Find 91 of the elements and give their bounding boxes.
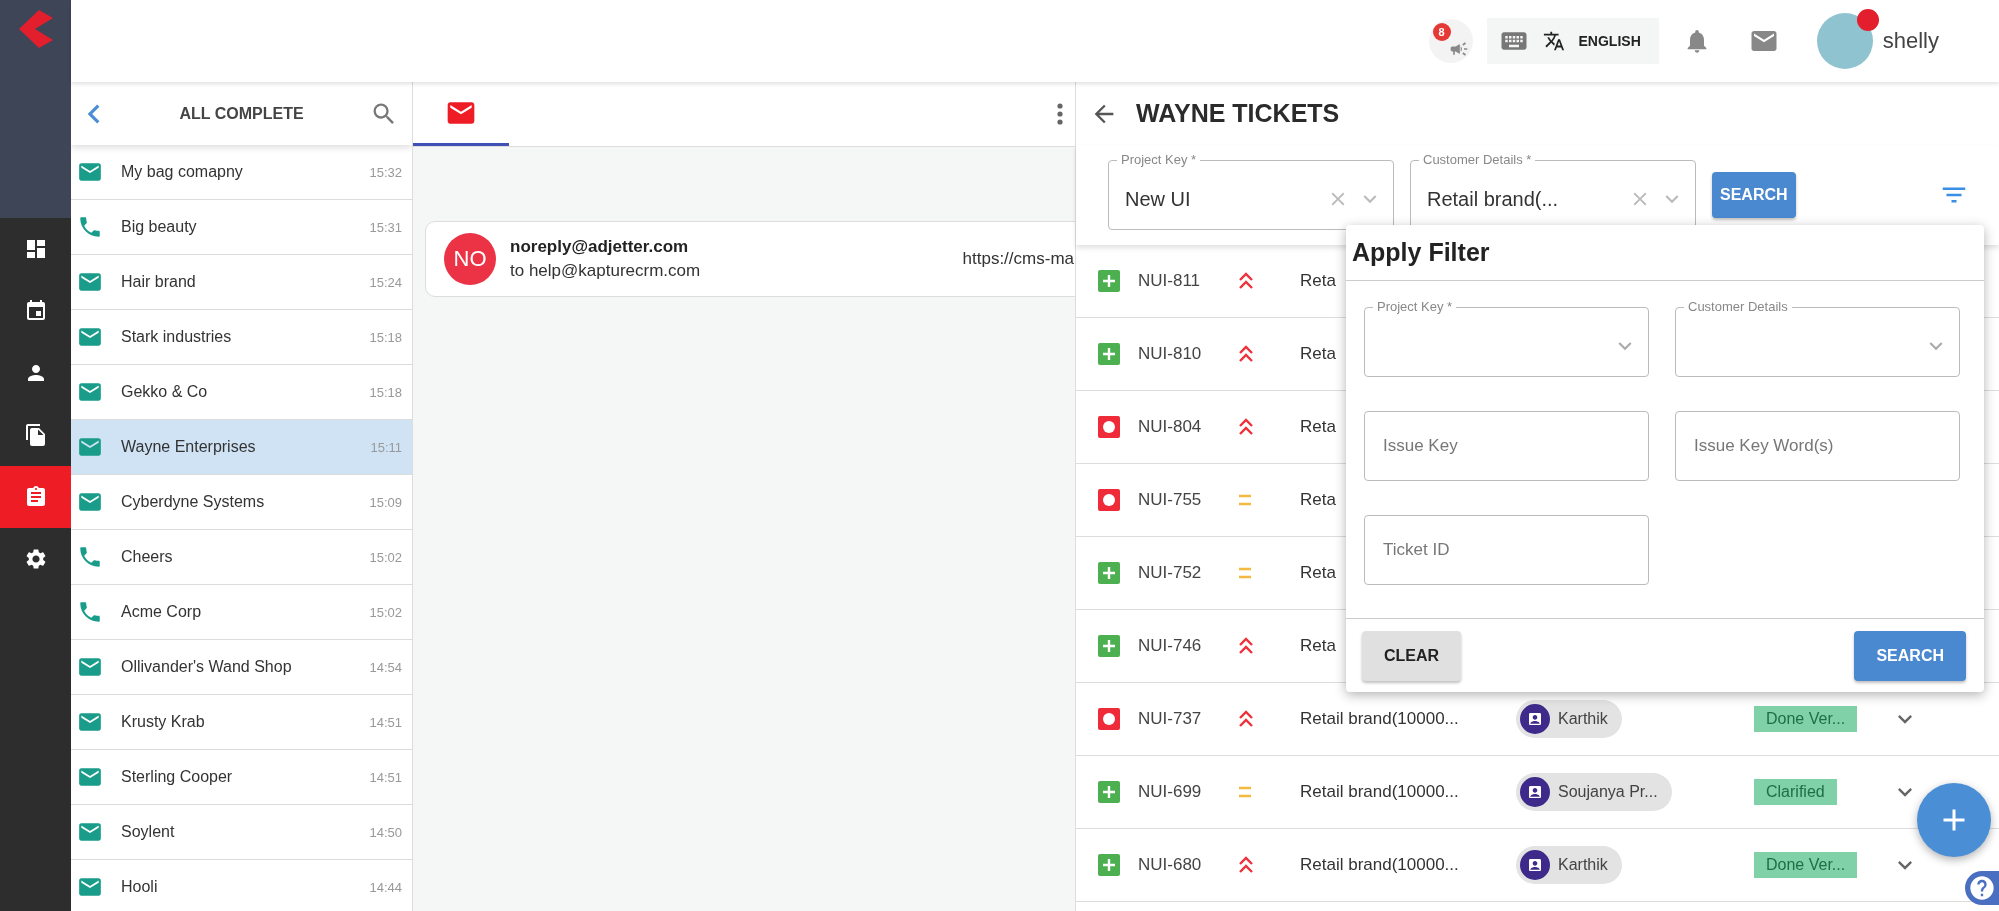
conversation-name: Stark industries — [121, 328, 233, 346]
conversation-name: Big beauty — [121, 218, 198, 236]
conversation-time: 15:18 — [369, 329, 402, 345]
conversation-name: Cheers — [121, 548, 174, 566]
phone-icon — [77, 599, 103, 625]
conversation-time: 15:31 — [369, 219, 402, 235]
conversation-name: Ollivander's Wand Shop — [121, 658, 293, 676]
clear-button[interactable]: CLEAR — [1362, 630, 1462, 681]
ticket-id: NUI-746 — [1138, 636, 1203, 656]
sender-avatar: NO — [444, 233, 496, 285]
conversation-time: 15:11 — [370, 439, 402, 455]
translate-icon — [1542, 30, 1565, 52]
conversation-name: Hooli — [121, 878, 159, 896]
person-icon — [1527, 857, 1543, 873]
person-icon — [1527, 784, 1543, 800]
list-title: ALL COMPLETE — [179, 104, 304, 123]
conversation-name: Acme Corp — [121, 603, 203, 621]
ticket-id: NUI-755 — [1138, 490, 1203, 510]
dialog-title: Apply Filter — [1352, 238, 1490, 267]
assignee-chip: Karthik — [1516, 846, 1622, 884]
notification-count: 8 — [1432, 23, 1451, 41]
conversation-time: 15:02 — [369, 604, 402, 620]
ticket-id: NUI-810 — [1138, 344, 1203, 364]
ticket-summary: Retail brand(10000... — [1300, 709, 1459, 729]
conversation-name: Wayne Enterprises — [121, 438, 257, 456]
status-tag: Done Ver... — [1754, 852, 1858, 878]
conversation-item[interactable]: Wayne Enterprises 15:11 — [71, 420, 412, 475]
sender-email: noreply@adjetter.com — [510, 237, 690, 257]
kebab-icon — [1057, 103, 1063, 125]
field-label: Customer Details — [1687, 298, 1789, 316]
conversation-name: Cyberdyne Systems — [121, 493, 266, 511]
search-button[interactable]: SEARCH — [1854, 630, 1966, 681]
conversation-time: 15:32 — [369, 164, 402, 180]
ticket-id: NUI-811 — [1138, 271, 1202, 291]
ticket-summary: Retail brand(10000... — [1300, 855, 1459, 875]
help-button[interactable] — [1965, 871, 1999, 905]
field-label: Project Key * — [1120, 151, 1198, 169]
input-field[interactable]: Issue Key Word(s) — [1675, 411, 1960, 481]
field-label: Project Key * — [1376, 298, 1454, 316]
ticket-summary: Reta — [1300, 344, 1336, 364]
email-preview: https://cms-ma — [962, 249, 1074, 269]
user-name: shelly — [1882, 28, 1939, 54]
conversation-name: My bag comapny — [121, 163, 244, 181]
status-tag: Done Ver... — [1754, 706, 1858, 732]
conversation-name: Soylent — [121, 823, 176, 841]
search-button[interactable]: SEARCH — [1712, 172, 1796, 218]
files-icon — [23, 423, 48, 447]
language-label: ENGLISH — [1578, 33, 1641, 49]
ticket-id: NUI-752 — [1138, 563, 1203, 583]
ticket-summary: Reta — [1300, 636, 1336, 656]
ticket-summary: Retail brand(10000... — [1300, 782, 1459, 802]
select-value: New UI — [1125, 187, 1192, 211]
brand-badge — [1856, 9, 1879, 31]
ticket-id: NUI-737 — [1138, 709, 1203, 729]
conversation-time: 14:51 — [369, 769, 402, 785]
select-value: Retail brand(... — [1427, 187, 1560, 211]
conversation-time: 14:50 — [369, 824, 402, 840]
input-field[interactable]: Ticket ID — [1364, 515, 1649, 585]
assignee-chip: Karthik — [1516, 700, 1622, 738]
conversation-name: Gekko & Co — [121, 383, 209, 401]
ticket-summary: Reta — [1300, 563, 1336, 583]
conversation-time: 15:09 — [369, 494, 402, 510]
phone-icon — [77, 214, 103, 240]
conversation-time: 14:51 — [369, 714, 402, 730]
conversation-name: Sterling Cooper — [121, 768, 234, 786]
logo — [18, 10, 53, 48]
ticket-summary: Reta — [1300, 271, 1336, 291]
ticket-id: NUI-804 — [1138, 417, 1203, 437]
input-field[interactable]: Issue Key — [1364, 411, 1649, 481]
conversation-time: 14:54 — [369, 659, 402, 675]
conversation-time: 14:44 — [369, 879, 402, 895]
page-title: WAYNE TICKETS — [1136, 99, 1340, 128]
ticket-summary: Reta — [1300, 417, 1336, 437]
announcements-button[interactable]: 8 — [1428, 19, 1473, 63]
person-icon — [1527, 711, 1543, 727]
conversation-time: 15:18 — [369, 384, 402, 400]
assignee-chip: Soujanya Pr... — [1516, 773, 1672, 811]
language-selector[interactable]: ENGLISH — [1486, 18, 1659, 64]
ticket-summary: Reta — [1300, 490, 1336, 510]
status-tag: Clarified — [1754, 779, 1837, 805]
conversation-time: 15:24 — [369, 274, 402, 290]
conversation-name: Krusty Krab — [121, 713, 206, 731]
ticket-id: NUI-680 — [1138, 855, 1203, 875]
email-card[interactable]: NO noreply@adjetter.com to help@kapturecrm.com https://cms-ma — [425, 221, 1075, 297]
conversation-name: Hair brand — [121, 273, 197, 291]
help-icon — [1968, 874, 1996, 902]
field-label: Customer Details * — [1422, 151, 1533, 169]
phone-icon — [77, 544, 103, 570]
conversation-time: 15:02 — [369, 549, 402, 565]
ticket-id: NUI-699 — [1138, 782, 1203, 802]
recipient-email: to help@kapturecrm.com — [510, 261, 702, 281]
